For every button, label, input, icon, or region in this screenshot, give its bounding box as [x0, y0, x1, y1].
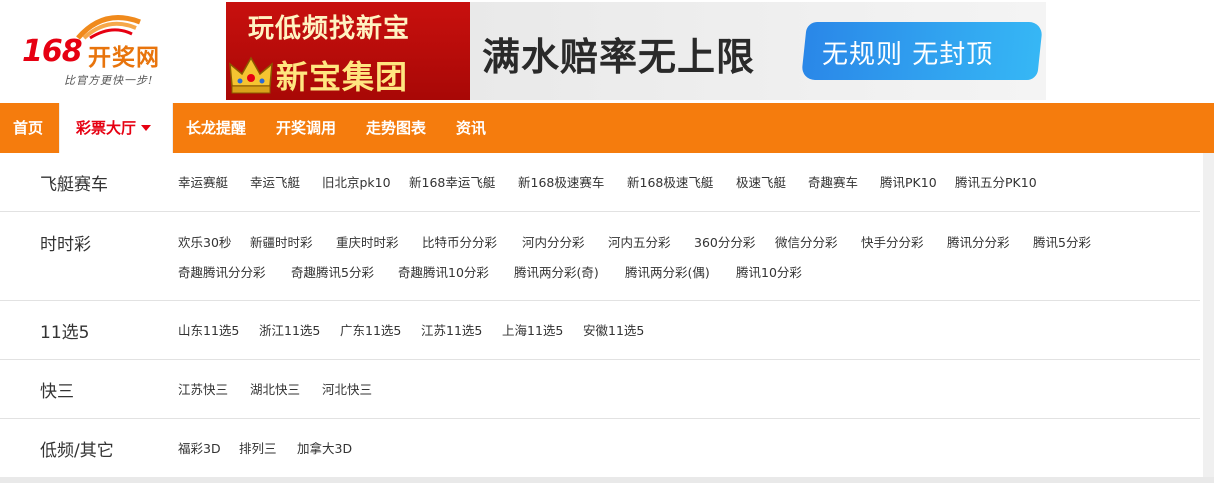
logo-arc-icon [76, 15, 141, 40]
game-link[interactable]: 福彩3D [178, 438, 221, 457]
nav-item-draw-api[interactable]: 开奖调用 [276, 103, 336, 153]
category-row: 11选5 山东11选5 浙江11选5 广东11选5 江苏11选5 上海11选5 … [0, 301, 1200, 360]
category-row: 快三 江苏快三 湖北快三 河北快三 [0, 360, 1200, 419]
game-link[interactable]: 腾讯PK10 [880, 172, 937, 191]
nav-label: 长龙提醒 [186, 119, 247, 137]
lottery-hall-panel: 飞艇赛车 幸运赛艇 幸运飞艇 旧北京pk10 新168幸运飞艇 新168极速赛车… [0, 153, 1200, 477]
nav-label: 走势图表 [366, 119, 427, 137]
game-link[interactable]: 湖北快三 [250, 379, 300, 398]
game-link[interactable]: 腾讯五分PK10 [955, 172, 1037, 191]
game-link[interactable]: 奇趣赛车 [808, 172, 858, 191]
banner-line1: 玩低频找新宝 [248, 14, 411, 44]
game-link[interactable]: 奇趣腾讯分分彩 [178, 262, 266, 281]
game-link[interactable]: 奇趣腾讯5分彩 [291, 262, 374, 281]
logo-slogan: 比官方更快一步! [64, 74, 154, 87]
game-link[interactable]: 新168极速赛车 [518, 172, 604, 191]
logo-name: 开奖网 [88, 45, 160, 71]
chevron-down-icon [141, 124, 152, 131]
game-link[interactable]: 极速飞艇 [736, 172, 786, 191]
nav-label: 资讯 [456, 119, 487, 137]
nav-item-trend-chart[interactable]: 走势图表 [366, 103, 426, 153]
game-link[interactable]: 重庆时时彩 [336, 232, 399, 251]
category-title: 时时彩 [40, 235, 91, 255]
game-link[interactable]: 新168幸运飞艇 [409, 172, 495, 191]
main-nav: 首页 彩票大厅 长龙提醒 开奖调用 走势图表 资讯 [0, 103, 1214, 153]
game-link[interactable]: 安徽11选5 [583, 320, 644, 339]
category-title: 低频/其它 [40, 441, 114, 461]
banner-slogan: 满水赔率无上限 [482, 35, 756, 79]
nav-item-news[interactable]: 资讯 [456, 103, 486, 153]
game-link[interactable]: 江苏快三 [178, 379, 228, 398]
game-link[interactable]: 新168极速飞艇 [627, 172, 713, 191]
ad-banner[interactable]: 玩低频找新宝 新宝集团 满水赔率无上限 无规则 无封顶 [226, 2, 1046, 100]
category-title: 11选5 [40, 323, 90, 343]
nav-label: 开奖调用 [276, 119, 337, 137]
crown-icon [229, 56, 273, 94]
category-row: 飞艇赛车 幸运赛艇 幸运飞艇 旧北京pk10 新168幸运飞艇 新168极速赛车… [0, 153, 1200, 212]
nav-item-long-dragon[interactable]: 长龙提醒 [186, 103, 246, 153]
game-link[interactable]: 比特币分分彩 [422, 232, 497, 251]
game-link[interactable]: 腾讯分分彩 [947, 232, 1010, 251]
bottom-edge [0, 477, 1214, 483]
nav-item-lottery-hall[interactable]: 彩票大厅 [59, 103, 173, 153]
game-link[interactable]: 新疆时时彩 [250, 232, 313, 251]
nav-item-home[interactable]: 首页 [13, 103, 43, 153]
banner-pill-text: 无规则 无封顶 [822, 40, 994, 70]
game-link[interactable]: 河北快三 [322, 379, 372, 398]
game-link[interactable]: 快手分分彩 [861, 232, 924, 251]
game-link[interactable]: 上海11选5 [502, 320, 563, 339]
game-link[interactable]: 江苏11选5 [421, 320, 482, 339]
site-logo[interactable]: 168 开奖网 比官方更快一步! [18, 10, 178, 90]
game-link[interactable]: 幸运飞艇 [250, 172, 300, 191]
header: 168 开奖网 比官方更快一步! 玩低频找新宝 新宝集团 满水赔率无上限 无规则… [0, 0, 1214, 102]
game-link[interactable]: 欢乐30秒 [178, 232, 231, 251]
game-link[interactable]: 浙江11选5 [259, 320, 320, 339]
nav-label: 彩票大厅 [76, 119, 137, 137]
category-title: 快三 [40, 382, 74, 402]
game-link[interactable]: 幸运赛艇 [178, 172, 228, 191]
banner-line2: 新宝集团 [276, 58, 409, 96]
category-row: 低频/其它 福彩3D 排列三 加拿大3D [0, 419, 1200, 477]
game-link[interactable]: 旧北京pk10 [322, 172, 391, 191]
game-link[interactable]: 河内五分彩 [608, 232, 671, 251]
game-link[interactable]: 腾讯两分彩(奇) [514, 262, 599, 281]
game-link[interactable]: 加拿大3D [297, 438, 352, 457]
game-link[interactable]: 腾讯10分彩 [736, 262, 802, 281]
game-link[interactable]: 腾讯5分彩 [1033, 232, 1091, 251]
game-link[interactable]: 腾讯两分彩(偶) [625, 262, 710, 281]
game-link[interactable]: 广东11选5 [340, 320, 401, 339]
nav-label: 首页 [13, 119, 44, 137]
category-title: 飞艇赛车 [40, 175, 108, 195]
game-link[interactable]: 山东11选5 [178, 320, 239, 339]
vertical-scrollbar[interactable] [1203, 153, 1214, 483]
game-link[interactable]: 360分分彩 [694, 232, 755, 251]
logo-number: 168 [22, 34, 83, 69]
category-row: 时时彩 欢乐30秒 新疆时时彩 重庆时时彩 比特币分分彩 河内分分彩 河内五分彩… [0, 212, 1200, 301]
game-link[interactable]: 河内分分彩 [522, 232, 585, 251]
game-link[interactable]: 排列三 [239, 438, 277, 457]
game-link[interactable]: 奇趣腾讯10分彩 [398, 262, 489, 281]
game-list: 欢乐30秒 新疆时时彩 重庆时时彩 比特币分分彩 河内分分彩 河内五分彩 360… [178, 232, 1178, 292]
game-link[interactable]: 微信分分彩 [775, 232, 838, 251]
